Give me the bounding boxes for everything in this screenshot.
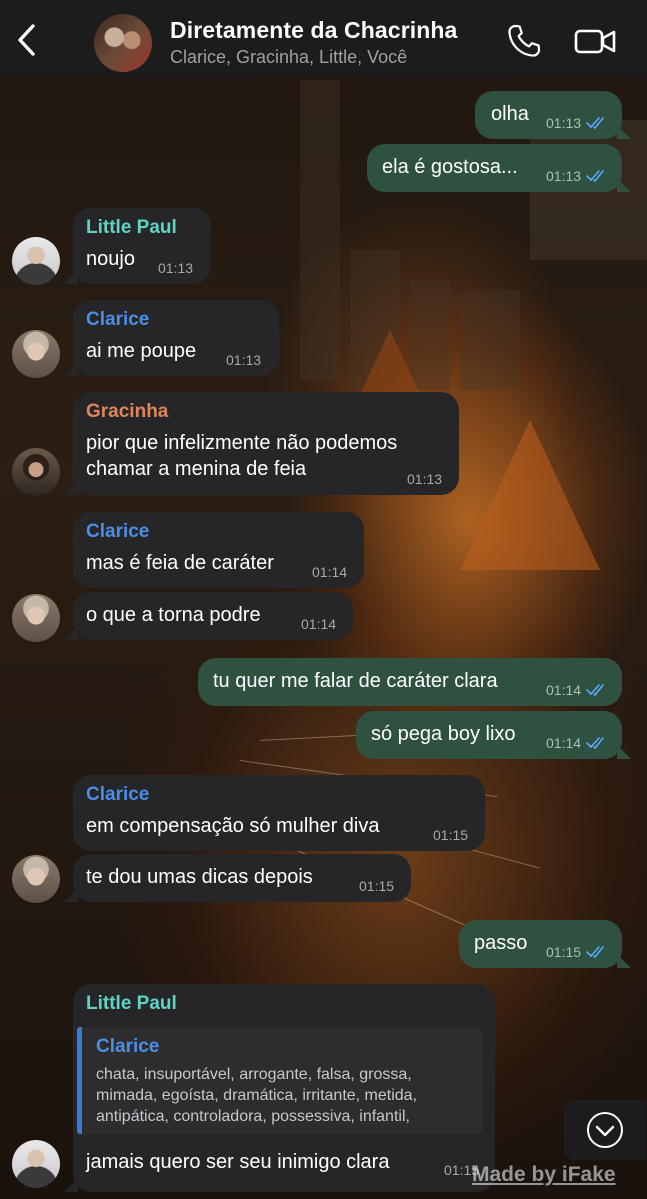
message-text: ai me poupe	[86, 340, 197, 362]
message-text: passo	[474, 932, 528, 954]
scroll-to-bottom-button[interactable]	[564, 1100, 646, 1160]
avatar-clarice[interactable]	[12, 594, 60, 642]
message-time: 01:14	[546, 735, 582, 751]
phone-icon	[508, 24, 541, 57]
message-time: 01:14	[546, 682, 582, 698]
incoming-message[interactable]: Little Paul Clarice chata, insuportável,…	[64, 984, 495, 1192]
sender-name[interactable]: Clarice	[86, 521, 149, 543]
message-time: 01:15	[546, 944, 582, 960]
message-time: 01:13	[407, 471, 443, 487]
message-text: pior que infelizmente não podemos	[86, 432, 398, 454]
incoming-message[interactable]: Clarice mas é feia de caráter 01:14	[73, 512, 364, 588]
incoming-message[interactable]: Clarice ai me poupe 01:13	[64, 300, 279, 376]
avatar-little-paul[interactable]	[12, 237, 60, 285]
message-text: o que a torna podre	[86, 604, 261, 626]
incoming-message[interactable]: o que a torna podre 01:14	[64, 592, 353, 640]
message-text-line-2: chamar a menina de feia	[86, 458, 307, 480]
message-time: 01:14	[312, 564, 348, 580]
message-list[interactable]: olha 01:13 ela é gostosa... 01:13 Little…	[0, 78, 647, 1199]
quote-bar	[77, 1027, 82, 1134]
message-time: 01:13	[546, 168, 582, 184]
video-call-button[interactable]	[572, 22, 618, 60]
incoming-message[interactable]: Gracinha pior que infelizmente não podem…	[64, 392, 459, 495]
incoming-message[interactable]: Little Paul noujo 01:13	[64, 208, 211, 284]
group-avatar[interactable]	[94, 14, 152, 72]
message-text: mas é feia de caráter	[86, 552, 274, 574]
reply-quote[interactable]: Clarice chata, insuportável, arrogante, …	[77, 1027, 483, 1134]
message-time: 01:13	[226, 352, 262, 368]
chevron-down-circle-icon	[587, 1112, 623, 1148]
read-ticks-icon	[586, 737, 604, 749]
read-ticks-icon	[586, 170, 604, 182]
chevron-left-icon	[18, 24, 35, 56]
message-time: 01:13	[546, 115, 582, 131]
outgoing-message[interactable]: passo 01:15	[459, 920, 631, 968]
outgoing-message[interactable]: tu quer me falar de caráter clara 01:14	[198, 658, 622, 706]
sender-name[interactable]: Clarice	[86, 309, 149, 331]
back-button[interactable]	[12, 22, 40, 58]
message-text: tu quer me falar de caráter clara	[213, 670, 498, 692]
avatar-clarice[interactable]	[12, 330, 60, 378]
message-text: ela é gostosa...	[382, 156, 518, 178]
read-ticks-icon	[586, 117, 604, 129]
incoming-message[interactable]: Clarice em compensação só mulher diva 01…	[73, 775, 485, 851]
avatar-gracinha[interactable]	[12, 448, 60, 496]
outgoing-message[interactable]: ela é gostosa... 01:13	[367, 144, 631, 192]
video-camera-icon	[574, 29, 616, 54]
watermark: Made by iFake	[472, 1163, 616, 1186]
message-text: só pega boy lixo	[371, 723, 516, 745]
message-text: te dou umas dicas depois	[86, 866, 313, 888]
message-time: 01:14	[301, 616, 337, 632]
read-ticks-icon	[586, 946, 604, 958]
quote-text: chata, insuportável, arrogante, falsa, g…	[96, 1066, 418, 1125]
sender-name[interactable]: Little Paul	[86, 993, 177, 1015]
chat-title[interactable]: Diretamente da Chacrinha	[170, 17, 457, 44]
message-time: 01:13	[158, 260, 194, 276]
incoming-message[interactable]: te dou umas dicas depois 01:15	[64, 854, 411, 902]
avatar-clarice[interactable]	[12, 855, 60, 903]
sender-name[interactable]: Gracinha	[86, 401, 168, 423]
read-ticks-icon	[586, 684, 604, 696]
chat-header: Diretamente da Chacrinha Clarice, Gracin…	[0, 0, 647, 78]
sender-name[interactable]: Clarice	[86, 784, 149, 806]
outgoing-message[interactable]: só pega boy lixo 01:14	[356, 711, 631, 759]
message-text: olha	[491, 103, 529, 125]
sender-name[interactable]: Little Paul	[86, 217, 177, 239]
message-time: 01:15	[433, 827, 469, 843]
message-text: noujo	[86, 248, 135, 270]
message-text: em compensação só mulher diva	[86, 815, 380, 837]
message-time: 01:15	[359, 878, 395, 894]
call-button[interactable]	[505, 22, 543, 60]
quote-sender: Clarice	[96, 1036, 160, 1057]
message-text: jamais quero ser seu inimigo clara	[86, 1151, 390, 1173]
outgoing-message[interactable]: olha 01:13	[475, 91, 631, 139]
avatar-little-paul[interactable]	[12, 1140, 60, 1188]
chat-members[interactable]: Clarice, Gracinha, Little, Você	[170, 47, 407, 68]
